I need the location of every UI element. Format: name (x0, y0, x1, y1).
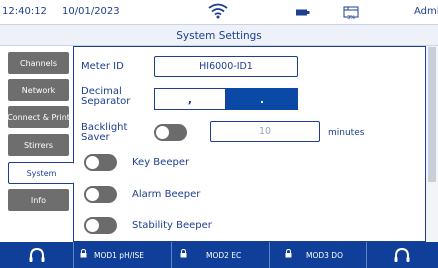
clock-time: 12:40:12 (2, 6, 47, 17)
headset-left-button[interactable] (0, 242, 73, 268)
battery-icon (296, 9, 310, 16)
headset-right-button[interactable] (366, 242, 438, 268)
settings-panel: Meter ID HI6000-ID1 Decimal Separator , … (73, 46, 426, 242)
module-tab-2-label: MOD2 EC (206, 251, 242, 260)
minutes-unit-label: minutes (328, 128, 365, 138)
module-tab-3[interactable]: MOD3 DO (270, 242, 366, 268)
toggle-knob (86, 156, 99, 169)
page-title: System Settings (176, 30, 262, 42)
module-tab-3-label: MOD3 DO (306, 251, 343, 260)
nav-item-connect-print[interactable]: Connect & Print (7, 106, 70, 128)
headset-icon (29, 247, 44, 262)
storage-percent: 3% (347, 15, 355, 21)
status-bar: 12:40:12 10/01/2023 3% Admin (0, 0, 438, 25)
alarm-beeper-label: Alarm Beeper (132, 189, 201, 200)
backlight-minutes-field[interactable]: 10 (210, 121, 320, 142)
key-beeper-toggle[interactable] (84, 154, 117, 171)
wifi-icon (208, 3, 228, 19)
user-name[interactable]: Admin (414, 6, 438, 17)
nav-item-system[interactable]: System (8, 162, 74, 184)
toggle-knob (156, 126, 169, 139)
decimal-comma-option[interactable]: , (154, 88, 226, 110)
alarm-beeper-toggle[interactable] (84, 186, 117, 203)
meter-id-label: Meter ID (81, 61, 124, 72)
stability-beeper-toggle[interactable] (84, 217, 117, 234)
headset-icon (394, 247, 410, 262)
key-beeper-label: Key Beeper (132, 157, 190, 168)
settings-scrollbar[interactable] (426, 46, 438, 242)
module-tab-2[interactable]: MOD2 EC (172, 242, 269, 268)
lock-icon (180, 249, 187, 258)
stability-beeper-label: Stability Beeper (132, 220, 212, 231)
backlight-saver-label-line2: Saver (81, 132, 110, 143)
nav-item-stirrers[interactable]: Stirrers (8, 134, 69, 156)
lock-icon (80, 249, 87, 258)
storage-icon: 3% (342, 3, 360, 23)
scroll-thumb[interactable] (428, 47, 436, 182)
nav-item-info[interactable]: Info (8, 189, 69, 211)
module-tab-1[interactable]: MOD1 pH/ISE (74, 242, 171, 268)
nav-item-network[interactable]: Network (8, 79, 69, 101)
clock-date: 10/01/2023 (62, 6, 120, 17)
settings-nav: Channels Network Connect & Print Stirrer… (0, 46, 74, 242)
backlight-saver-toggle[interactable] (154, 124, 187, 141)
lock-icon (285, 249, 292, 258)
toggle-knob (86, 188, 99, 201)
toggle-knob (86, 219, 99, 232)
decimal-separator-label-line2: Separator (81, 96, 131, 107)
title-bar: System Settings (0, 25, 438, 46)
decimal-dot-option[interactable]: . (226, 88, 298, 110)
module-tab-1-label: MOD1 pH/ISE (94, 251, 144, 260)
bottom-bar: MOD1 pH/ISE MOD2 EC MOD3 DO (0, 242, 438, 268)
meter-id-field[interactable]: HI6000-ID1 (154, 56, 298, 77)
nav-item-channels[interactable]: Channels (8, 52, 69, 74)
